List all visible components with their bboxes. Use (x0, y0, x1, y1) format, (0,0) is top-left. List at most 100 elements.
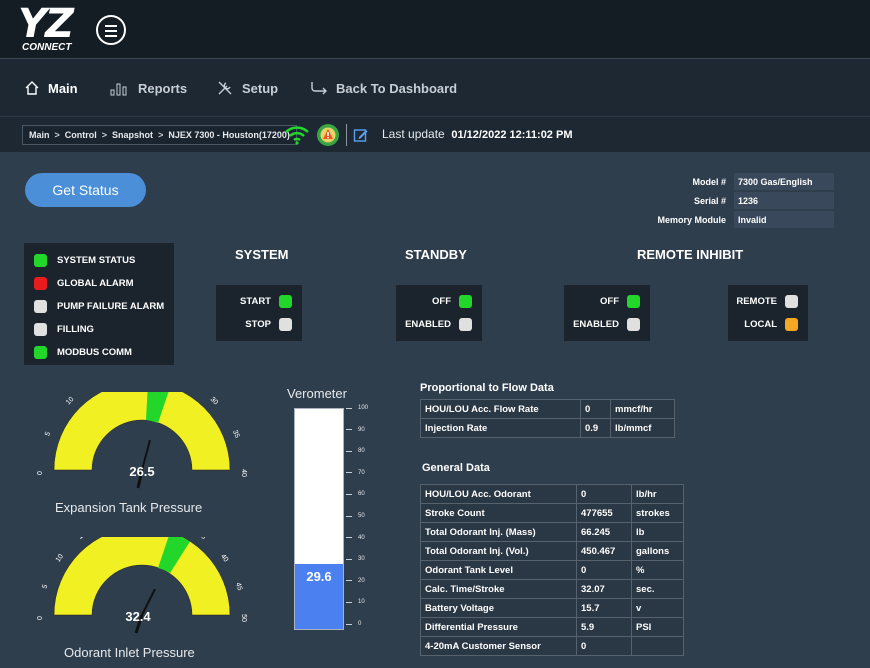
gauge-band (53, 392, 231, 471)
gauge-tick-label: 40 (240, 469, 247, 477)
table-row: Stroke Count 477655 strokes (420, 503, 684, 523)
breadcrumb-item[interactable]: Main (29, 130, 50, 140)
gauge-tick-label: 40 (219, 553, 229, 564)
get-status-button[interactable]: Get Status (25, 173, 146, 207)
logo-subtext: CONNECT (22, 42, 72, 53)
return-arrow-icon (311, 82, 327, 95)
gauge-tick-label: 35 (196, 537, 207, 541)
remote-local-controls: REMOTE LOCAL (728, 285, 808, 341)
breadcrumb: Main > Control > Snapshot > NJEX 7300 - … (22, 125, 297, 145)
logo-text: YZ (18, 1, 74, 47)
gauge-tick-label: 0 (37, 471, 44, 475)
local-toggle[interactable]: LOCAL (728, 313, 808, 336)
legend-label: PUMP FAILURE ALARM (57, 301, 165, 312)
status-indicator (459, 318, 472, 331)
table-row: Differential Pressure 5.9 PSI (420, 617, 684, 637)
legend-item: PUMP FAILURE ALARM (34, 295, 174, 318)
remote-inhibit-enabled-toggle[interactable]: ENABLED (564, 313, 650, 336)
table-cell: 0 (580, 399, 611, 419)
breadcrumb-item[interactable]: Control (65, 130, 97, 140)
gauge-value: 32.4 (125, 609, 151, 624)
toggle-label: OFF (600, 296, 619, 307)
info-value: 7300 Gas/English (734, 173, 834, 190)
device-info: Model # 7300 Gas/English Serial # 1236 M… (654, 172, 834, 229)
system-start-toggle[interactable]: START (216, 290, 302, 313)
nav-bar: Main Reports Setup Back To Dashboard (0, 58, 870, 116)
remote-toggle[interactable]: REMOTE (728, 290, 808, 313)
toggle-label: START (240, 296, 271, 307)
table-cell: PSI (631, 617, 684, 637)
nav-main[interactable]: Main (24, 79, 78, 97)
gauge-tick-label: 0 (37, 616, 44, 620)
gauge-tick-label: 5 (42, 584, 50, 590)
nav-back-to-dashboard[interactable]: Back To Dashboard (310, 79, 457, 97)
table-cell: 0.9 (580, 418, 611, 438)
nav-reports[interactable]: Reports (110, 79, 187, 97)
gauge-tick-label: 45 (234, 582, 243, 592)
breadcrumb-separator: > (158, 130, 164, 140)
odorant-inlet-label: Odorant Inlet Pressure (64, 645, 195, 660)
remote-inhibit-title: REMOTE INHIBIT (637, 247, 744, 262)
table-row: Calc. Time/Stroke 32.07 sec. (420, 579, 684, 599)
verometer-value: 29.6 (306, 569, 332, 584)
expansion-tank-gauge: 0510152025303540 26.5 (37, 392, 247, 489)
nav-setup[interactable]: Setup (216, 79, 278, 97)
table-cell: 5.9 (576, 617, 632, 637)
gauge-tick-label: 10 (55, 553, 65, 564)
breadcrumb-item: NJEX 7300 - Houston(17200) (168, 130, 290, 140)
table-cell: 450.467 (576, 541, 632, 561)
nav-reports-label: Reports (138, 80, 188, 96)
standby-off-toggle[interactable]: OFF (396, 290, 482, 313)
table-cell: HOU/LOU Acc. Flow Rate (420, 399, 581, 419)
table-cell (631, 636, 684, 656)
system-stop-toggle[interactable]: STOP (216, 313, 302, 336)
status-indicator (785, 318, 798, 331)
last-update-value: 01/12/2022 12:11:02 PM (451, 129, 573, 141)
table-cell: Total Odorant Inj. (Vol.) (420, 541, 577, 561)
verometer-tick: 30 (346, 556, 365, 562)
verometer-tick: 10 (346, 599, 365, 605)
verometer-tick: 60 (346, 491, 365, 497)
breadcrumb-item[interactable]: Snapshot (112, 130, 153, 140)
table-cell: sec. (631, 579, 684, 599)
status-indicator (627, 295, 640, 308)
status-indicator (34, 254, 47, 267)
verometer-tick: 100 (346, 405, 368, 411)
nav-back-label: Back To Dashboard (336, 80, 458, 96)
tools-icon (218, 81, 232, 95)
status-indicator (627, 318, 640, 331)
gauge-tick-label: 15 (77, 537, 88, 541)
verometer-tick: 20 (346, 578, 365, 584)
toggle-label: STOP (245, 319, 271, 330)
table-cell: 0 (576, 560, 632, 580)
table-cell: Total Odorant Inj. (Mass) (420, 522, 577, 542)
table-cell: 15.7 (576, 598, 632, 618)
status-indicator (279, 318, 292, 331)
hamburger-menu-icon[interactable] (96, 15, 126, 45)
table-cell: 0 (576, 636, 632, 656)
standby-enabled-toggle[interactable]: ENABLED (396, 313, 482, 336)
home-icon (25, 81, 39, 95)
table-row: Battery Voltage 15.7 v (420, 598, 684, 618)
verometer-tick: 70 (346, 470, 365, 476)
gauge-tick-label: 50 (240, 614, 247, 622)
table-cell: lb (631, 522, 684, 542)
info-key: Model # (692, 176, 726, 187)
status-indicator (34, 346, 47, 359)
breadcrumb-separator: > (54, 130, 60, 140)
verometer-title: Verometer (287, 386, 347, 401)
toggle-label: ENABLED (573, 319, 619, 330)
toggle-label: LOCAL (744, 319, 777, 330)
alarm-status-icon[interactable] (316, 123, 340, 147)
edit-icon[interactable] (353, 127, 369, 143)
table-cell: 32.07 (576, 579, 632, 599)
info-key: Memory Module (657, 214, 726, 225)
verometer-tick: 40 (346, 535, 365, 541)
table-row: HOU/LOU Acc. Flow Rate 0 mmcf/hr (420, 399, 675, 419)
gauge-tick-label: 30 (209, 396, 220, 407)
info-row-serial: Serial # 1236 (654, 191, 834, 210)
table-cell: lb/mmcf (610, 418, 675, 438)
info-value: 1236 (734, 192, 834, 209)
yz-connect-logo[interactable]: YZ CONNECT (18, 4, 88, 54)
remote-inhibit-off-toggle[interactable]: OFF (564, 290, 650, 313)
